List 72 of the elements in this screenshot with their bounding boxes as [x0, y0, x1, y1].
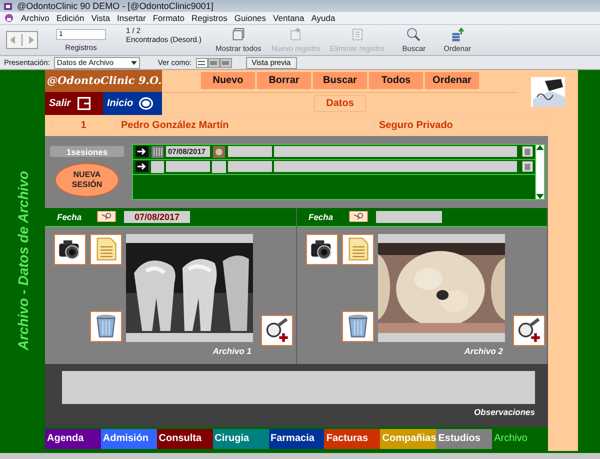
exit-icon [76, 96, 91, 110]
sort-icon [450, 27, 465, 42]
date-label: Fecha [57, 212, 83, 222]
home-button[interactable]: Inicio [103, 92, 162, 115]
file-caption: Archivo 2 [464, 346, 503, 356]
menu-item[interactable]: Insertar [116, 12, 146, 23]
date-field[interactable] [376, 210, 442, 223]
menu-item[interactable]: Vista [91, 12, 110, 23]
calendar-icon[interactable] [97, 211, 116, 222]
zoom-in-button[interactable] [261, 314, 293, 346]
module-tab[interactable]: Cirugia [212, 428, 268, 449]
session-count: 1sesiones [50, 146, 124, 158]
view-mode-button[interactable] [196, 58, 208, 68]
window-title: @OdontoClinic 90 DEMO - [@OdontoClinic9001] [17, 0, 214, 11]
menu-item[interactable]: Edición [56, 12, 84, 23]
logo-text: @OdontoClinic 9.O. [45, 70, 162, 92]
app-icon[interactable] [4, 12, 14, 23]
menu-item[interactable]: Ayuda [311, 12, 336, 23]
action-button[interactable]: Ordenar [425, 72, 479, 90]
module-tab[interactable]: Consulta [156, 428, 213, 449]
insurance-field: Seguro Privado [375, 116, 546, 134]
session-field [228, 146, 272, 158]
document-button[interactable] [342, 234, 374, 265]
signature-icon[interactable] [531, 77, 565, 108]
delete-file-button[interactable] [90, 310, 122, 342]
arrow-icon[interactable] [135, 146, 149, 158]
observations-field[interactable] [62, 370, 535, 404]
action-button[interactable]: Todos [369, 72, 423, 90]
trash-icon[interactable] [522, 161, 533, 172]
zoom-in-button[interactable] [512, 314, 544, 346]
search-icon [406, 27, 422, 42]
session-field [228, 161, 272, 172]
caret-icon [130, 60, 137, 65]
module-tab[interactable]: Agenda [45, 428, 101, 449]
module-tab[interactable]: Farmacia [268, 428, 324, 449]
date-label: Fecha [308, 212, 334, 222]
camera-button[interactable] [54, 234, 86, 265]
session-date-field[interactable] [166, 161, 210, 172]
document-icon [350, 27, 365, 42]
delete-file-button[interactable] [342, 310, 374, 342]
record-navigator[interactable] [6, 31, 38, 50]
app-icon [3, 0, 13, 11]
home-icon [139, 96, 154, 110]
layout-title: Archivo - Datos de Archivo [14, 170, 30, 350]
action-button[interactable]: Borrar [257, 72, 311, 90]
empty-cell [151, 160, 164, 173]
patient-name: Pedro González Martín [117, 116, 374, 134]
menu-item[interactable]: Formato [152, 12, 184, 23]
calendar-icon[interactable] [348, 211, 368, 222]
exit-button[interactable]: Salir [45, 92, 103, 115]
file-caption: Archivo 1 [212, 346, 252, 356]
module-tab[interactable]: Admisión [100, 428, 157, 449]
tools-icon [151, 146, 164, 158]
menu-item[interactable]: Guiones [234, 12, 266, 23]
arrow-icon[interactable] [135, 161, 149, 172]
section-tab[interactable]: Datos [314, 95, 366, 112]
patient-number: 1 [51, 116, 116, 134]
menu-item[interactable]: Ventana [273, 12, 304, 23]
action-button[interactable]: Nuevo [201, 72, 255, 90]
camera-button[interactable] [306, 234, 338, 265]
observations-label: Observaciones [474, 406, 535, 417]
trash-icon[interactable] [522, 146, 533, 158]
action-button[interactable]: Buscar [313, 72, 367, 90]
module-tab[interactable]: Facturas [324, 428, 380, 449]
date-field[interactable]: 07/08/2017 [124, 210, 190, 223]
menu-item[interactable]: Registros [191, 12, 228, 23]
new-session-button[interactable]: NUEVA SESIÓN [55, 163, 119, 198]
menu-item[interactable]: Archivo [21, 12, 50, 23]
new-record-icon [288, 27, 304, 42]
records-icon [230, 27, 246, 42]
module-tab[interactable]: Estudios [436, 428, 492, 449]
scroll-bar[interactable] [535, 144, 544, 199]
